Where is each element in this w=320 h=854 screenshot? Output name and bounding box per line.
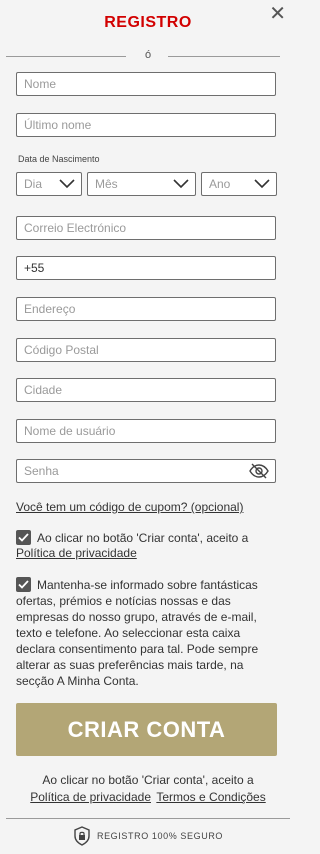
year-select[interactable]: Ano	[201, 172, 277, 196]
password-field[interactable]	[16, 459, 276, 483]
month-placeholder: Mês	[95, 177, 118, 191]
day-select[interactable]: Dia	[16, 172, 82, 196]
city-input[interactable]	[17, 379, 275, 401]
last-name-input[interactable]	[17, 114, 275, 136]
marketing-consent-text: Mantenha-se informado sobre fantásticas …	[16, 578, 259, 688]
chevron-down-icon	[53, 179, 81, 189]
phone-input[interactable]	[17, 257, 275, 279]
postal-code-input[interactable]	[17, 339, 275, 361]
chevron-down-icon	[248, 179, 276, 189]
email-field[interactable]	[16, 216, 276, 240]
eye-slash-icon[interactable]	[249, 463, 269, 484]
city-field[interactable]	[16, 378, 276, 402]
address-input[interactable]	[17, 298, 275, 320]
form-title: REGISTRO	[104, 14, 192, 31]
shield-lock-icon	[74, 826, 90, 846]
email-input[interactable]	[17, 217, 275, 239]
coupon-link[interactable]: Você tem um código de cupom? (opcional)	[16, 500, 243, 514]
first-name-field[interactable]	[16, 72, 276, 96]
close-icon[interactable]: ✕	[269, 4, 286, 24]
password-input[interactable]	[17, 460, 275, 482]
footer-divider	[6, 818, 290, 819]
secure-badge: REGISTRO 100% SEGURO	[0, 826, 296, 846]
footer-terms-link[interactable]: Termos e Condições	[156, 790, 265, 804]
create-account-button[interactable]: CRIAR CONTA	[16, 703, 277, 756]
footer-terms-text: Ao clicar no botão 'Criar conta', aceito…	[42, 773, 254, 787]
secure-text: REGISTRO 100% SEGURO	[96, 831, 224, 841]
postal-code-field[interactable]	[16, 338, 276, 362]
footer-links: Política de privacidade Termos e Condiçõ…	[0, 790, 296, 804]
address-field[interactable]	[16, 297, 276, 321]
last-name-field[interactable]	[16, 113, 276, 137]
year-placeholder: Ano	[209, 177, 231, 191]
privacy-consent-text: Ao clicar no botão 'Criar conta', aceito…	[37, 531, 249, 545]
divider-right	[168, 56, 280, 57]
privacy-checkbox[interactable]	[16, 530, 31, 545]
first-name-input[interactable]	[17, 73, 275, 95]
check-icon	[18, 533, 29, 542]
dob-label: Data de Nascimento	[18, 154, 100, 164]
phone-field[interactable]	[16, 256, 276, 280]
footer-privacy-link[interactable]: Política de privacidade	[30, 790, 151, 804]
or-separator: ó	[144, 49, 152, 61]
day-placeholder: Dia	[24, 177, 43, 191]
chevron-down-icon	[167, 179, 195, 189]
privacy-policy-link[interactable]: Política de privacidade	[16, 546, 137, 560]
month-select[interactable]: Mês	[87, 172, 196, 196]
username-field[interactable]	[16, 419, 276, 443]
username-input[interactable]	[17, 420, 275, 442]
